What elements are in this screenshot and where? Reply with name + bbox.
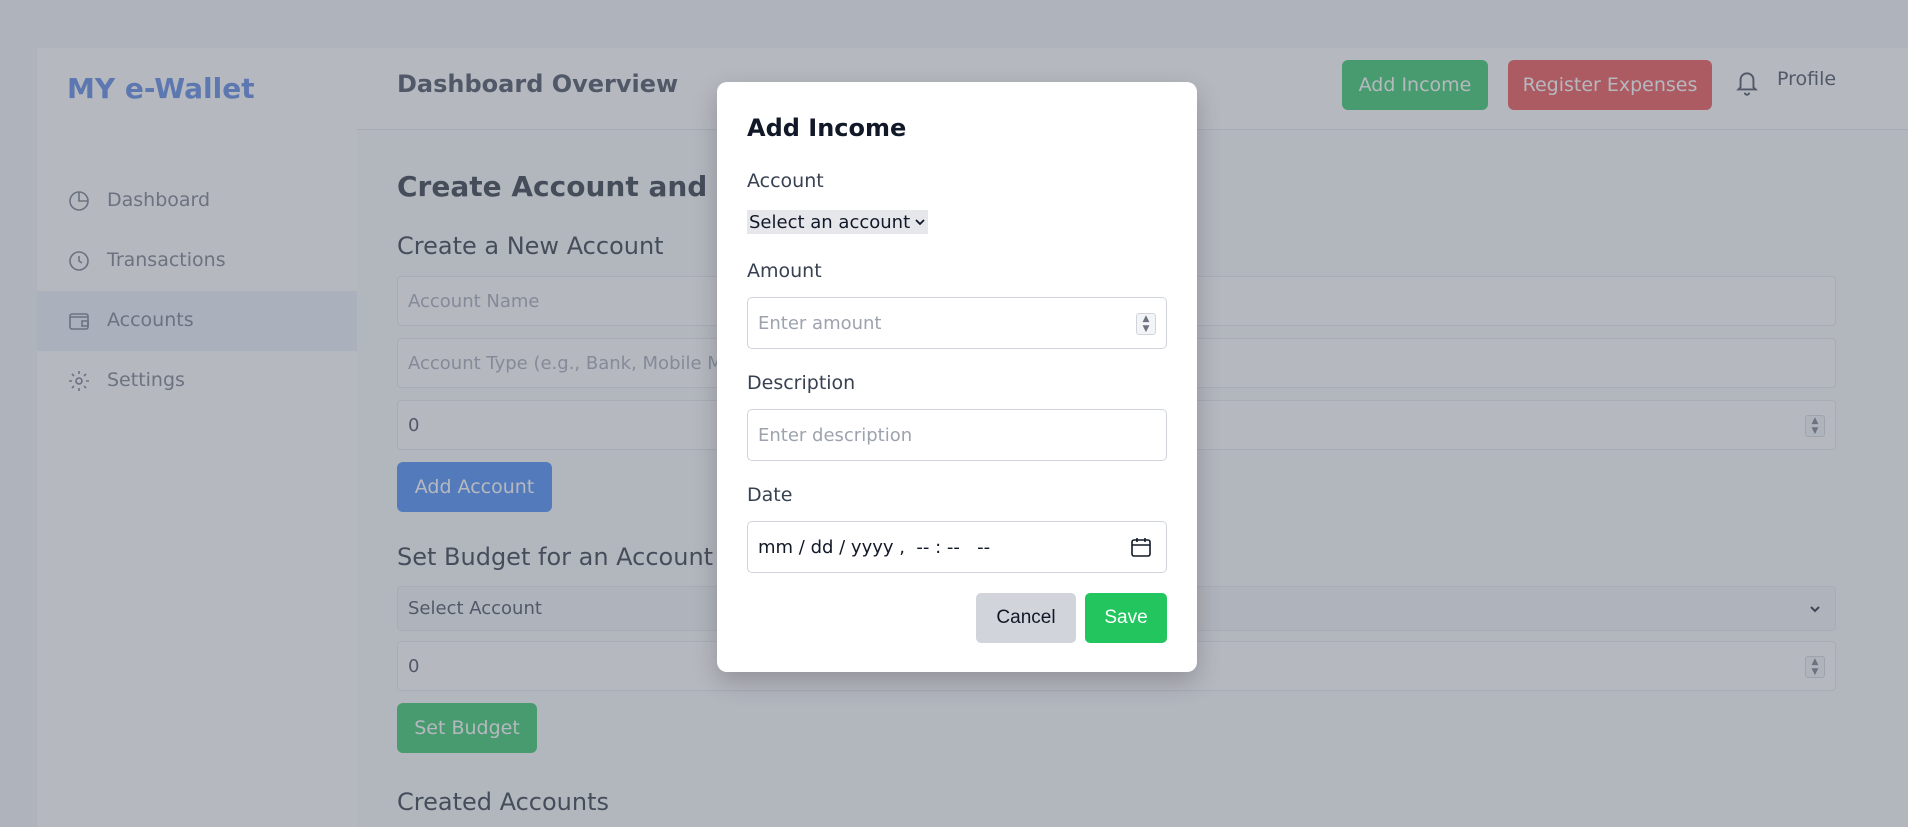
- save-button[interactable]: Save: [1085, 593, 1167, 643]
- description-label: Description: [747, 372, 856, 394]
- amount-label: Amount: [747, 260, 822, 282]
- stepper-icon[interactable]: ▲▼: [1136, 313, 1156, 335]
- date-label: Date: [747, 484, 793, 506]
- modal-title: Add Income: [747, 114, 907, 142]
- calendar-icon[interactable]: [1130, 536, 1152, 558]
- add-income-modal: Add Income Account Select an account Amo…: [717, 82, 1197, 672]
- account-select[interactable]: Select an account: [747, 210, 929, 234]
- cancel-button[interactable]: Cancel: [976, 593, 1076, 643]
- chevron-down-icon: [915, 219, 925, 226]
- amount-input[interactable]: Enter amount ▲ ▼: [747, 297, 1167, 349]
- date-input[interactable]: mm / dd / yyyy , -- : -- --: [747, 521, 1167, 573]
- account-label: Account: [747, 170, 824, 192]
- description-input[interactable]: Enter description: [747, 409, 1167, 461]
